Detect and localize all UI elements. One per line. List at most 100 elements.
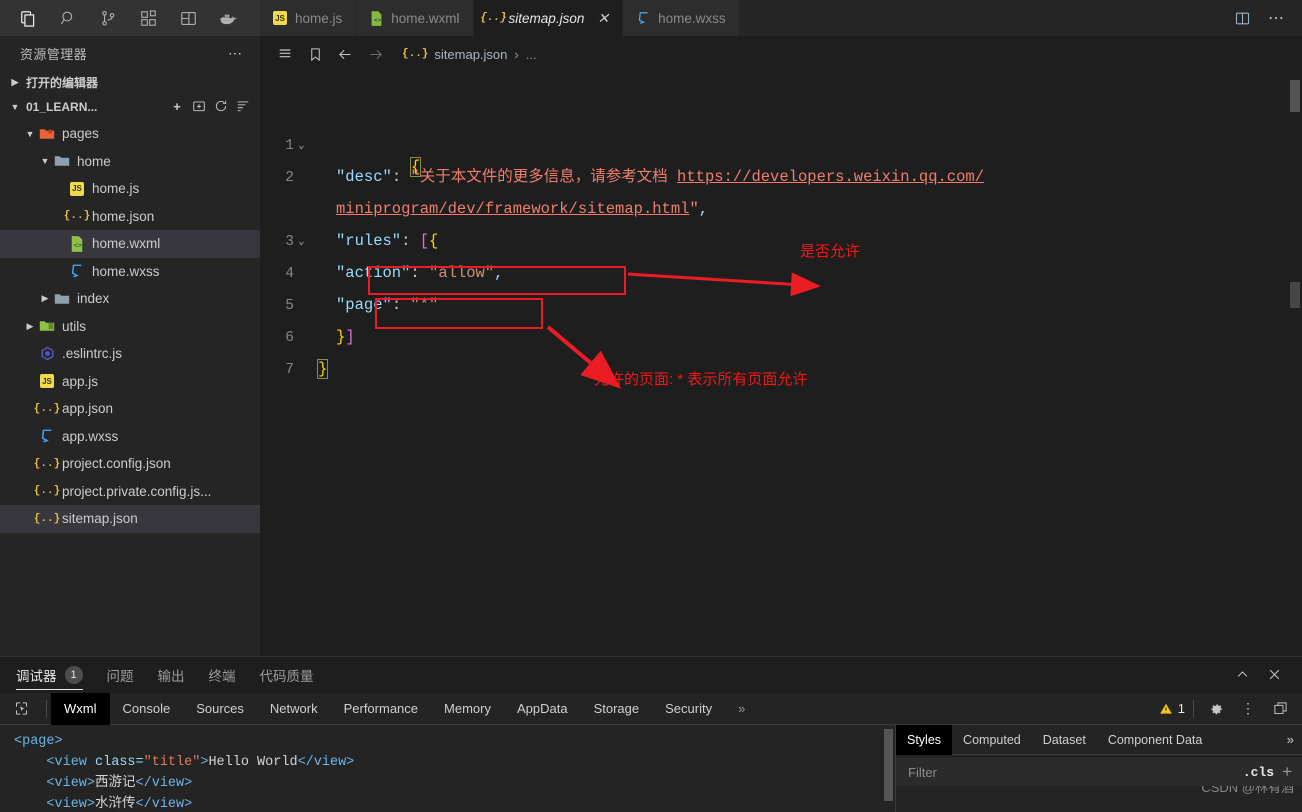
bookmark-icon[interactable]: [300, 36, 330, 72]
tree-item-home-wxml[interactable]: <> home.wxml: [0, 230, 260, 258]
json-icon: {..}: [33, 457, 61, 470]
styles-tab-computed[interactable]: Computed: [952, 725, 1032, 755]
tree-item-utils[interactable]: ▶ utils: [0, 313, 260, 341]
wxml-line[interactable]: <view>水浒传</view>: [14, 794, 895, 812]
back-arrow-icon[interactable]: [330, 36, 360, 72]
wxml-token: <view>: [46, 797, 96, 812]
editor-scrollbar-thumb[interactable]: [1290, 80, 1300, 112]
panel-tab-3[interactable]: 终端: [209, 657, 236, 693]
tree-item-project-private-config-js-[interactable]: {..} project.private.config.js...: [0, 478, 260, 506]
devtools-tab-security[interactable]: Security: [652, 693, 725, 725]
tree-item-home[interactable]: ▼ home: [0, 148, 260, 176]
wxml-scrollbar-thumb[interactable]: [884, 729, 893, 801]
inspect-element-icon[interactable]: [0, 693, 42, 725]
panel-tab-0[interactable]: 调试器 1: [16, 657, 83, 693]
dock-panel-icon[interactable]: [1266, 695, 1294, 723]
devtools-tab-appdata[interactable]: AppData: [504, 693, 581, 725]
styles-tab-component-data[interactable]: Component Data: [1097, 725, 1214, 755]
tree-item--eslintrc-js[interactable]: .eslintrc.js: [0, 340, 260, 368]
devtools-tab-performance[interactable]: Performance: [331, 693, 431, 725]
devtools-tab-memory[interactable]: Memory: [431, 693, 504, 725]
code-line-2: "desc": "关于本文件的更多信息，请参考文档 https://develo…: [336, 166, 984, 188]
close-icon[interactable]: ✕: [597, 11, 609, 25]
tree-item-sitemap-json[interactable]: {..} sitemap.json: [0, 505, 260, 533]
chevron-down-icon[interactable]: ▼: [23, 129, 37, 139]
chevron-right-icon[interactable]: ▶: [38, 293, 52, 304]
new-folder-icon[interactable]: [190, 99, 208, 116]
styles-tab-bar: Styles Computed Dataset Component Data »: [896, 724, 1302, 755]
refresh-icon[interactable]: [212, 99, 230, 116]
more-vertical-icon[interactable]: ⋮: [1234, 695, 1262, 723]
collapse-all-icon[interactable]: [234, 99, 252, 116]
tree-item-home-js[interactable]: JS home.js: [0, 175, 260, 203]
chevron-down-icon[interactable]: ▼: [38, 156, 52, 166]
code-editor: {..} sitemap.json › ... 1 2 3 4 5 6 7 ⌄ …: [260, 36, 1302, 656]
tree-item-project-config-json[interactable]: {..} project.config.json: [0, 450, 260, 478]
devtools-tab-wxml[interactable]: Wxml: [51, 692, 110, 725]
breadcrumb-file[interactable]: {..} sitemap.json: [402, 47, 507, 62]
devtools-tab-sources[interactable]: Sources: [183, 693, 257, 725]
extensions-icon[interactable]: [128, 0, 168, 36]
breadcrumb-tail[interactable]: ...: [526, 47, 537, 62]
section-open-editors[interactable]: ▶ 打开的编辑器: [0, 71, 260, 93]
styles-tab-dataset[interactable]: Dataset: [1032, 725, 1097, 755]
wxml-line[interactable]: <page>: [14, 731, 895, 752]
panel-tab-2[interactable]: 输出: [158, 657, 185, 693]
filter-input[interactable]: [896, 764, 1156, 780]
chevron-right-icon[interactable]: ▶: [23, 321, 37, 332]
split-editor-icon[interactable]: [1226, 0, 1258, 36]
tree-item-home-json[interactable]: {..} home.json: [0, 203, 260, 231]
styles-tab-styles[interactable]: Styles: [896, 724, 953, 755]
tree-item-app-wxss[interactable]: app.wxss: [0, 423, 260, 451]
json-icon: {..}: [33, 485, 61, 498]
wxml-tree-pane[interactable]: <page> <view class="title">Hello World</…: [0, 725, 895, 812]
tree-item-label: home.js: [92, 181, 140, 197]
collapse-panel-icon[interactable]: [1228, 660, 1256, 688]
close-panel-icon[interactable]: [1260, 660, 1288, 688]
styles-overflow-icon[interactable]: »: [1287, 732, 1302, 747]
tree-item-index[interactable]: ▶ index: [0, 285, 260, 313]
section-project-root[interactable]: ▼ 01_LEARN... +: [0, 96, 260, 118]
wxml-line[interactable]: <view>西游记</view>: [14, 773, 895, 794]
tab-sitemap-json[interactable]: {..} sitemap.json ✕: [473, 0, 624, 36]
fold-chevron-icon[interactable]: ⌄: [298, 138, 305, 152]
files-icon[interactable]: [8, 0, 48, 36]
warning-badge[interactable]: 1: [1159, 701, 1185, 716]
more-actions-icon[interactable]: ⋯: [1260, 0, 1292, 36]
tab-home-js[interactable]: JS home.js: [260, 0, 357, 36]
tree-item-label: project.config.json: [62, 456, 171, 472]
tree-item-label: home: [77, 153, 111, 169]
fold-chevron-icon[interactable]: ⌄: [298, 234, 305, 248]
forward-arrow-icon[interactable]: [360, 36, 390, 72]
tree-item-app-json[interactable]: {..} app.json: [0, 395, 260, 423]
token-url-part2[interactable]: miniprogram/dev/framework/sitemap.html: [336, 200, 689, 218]
devtools-tab-console[interactable]: Console: [110, 693, 184, 725]
docker-icon[interactable]: [208, 0, 248, 36]
svg-text:<>: <>: [373, 15, 381, 23]
tree-item-label: index: [77, 291, 110, 307]
tree-item-home-wxss[interactable]: home.wxss: [0, 258, 260, 286]
code-surface[interactable]: 1 2 3 4 5 6 7 ⌄ ⌄ { "desc": "关于本文件的更多信息，…: [260, 72, 1302, 656]
outline-icon[interactable]: [270, 36, 300, 72]
devtools-tab-storage[interactable]: Storage: [581, 693, 653, 725]
devtools-tab-network[interactable]: Network: [257, 693, 331, 725]
settings-gear-icon[interactable]: [1202, 695, 1230, 723]
search-icon[interactable]: [48, 0, 88, 36]
cls-button[interactable]: .cls: [1243, 765, 1282, 780]
layout-icon[interactable]: [168, 0, 208, 36]
source-control-icon[interactable]: [88, 0, 128, 36]
tree-item-app-js[interactable]: JS app.js: [0, 368, 260, 396]
explorer-more-icon[interactable]: ⋯: [228, 45, 244, 62]
tree-item-pages[interactable]: ▼ pages: [0, 120, 260, 148]
token-colon: :: [391, 168, 411, 186]
add-rule-button[interactable]: +: [1282, 762, 1302, 782]
token-url-part1[interactable]: https://developers.weixin.qq.com/: [677, 168, 984, 186]
new-file-icon[interactable]: +: [168, 99, 186, 116]
panel-tab-1[interactable]: 问题: [107, 657, 134, 693]
tab-home-wxml[interactable]: <> home.wxml: [356, 0, 474, 36]
tab-home-wxss[interactable]: home.wxss: [623, 0, 740, 36]
wxml-line[interactable]: <view class="title">Hello World</view>: [14, 752, 895, 773]
panel-tab-4[interactable]: 代码质量: [260, 657, 314, 693]
editor-scrollbar[interactable]: [1288, 72, 1302, 656]
devtools-overflow-icon[interactable]: »: [725, 693, 758, 725]
